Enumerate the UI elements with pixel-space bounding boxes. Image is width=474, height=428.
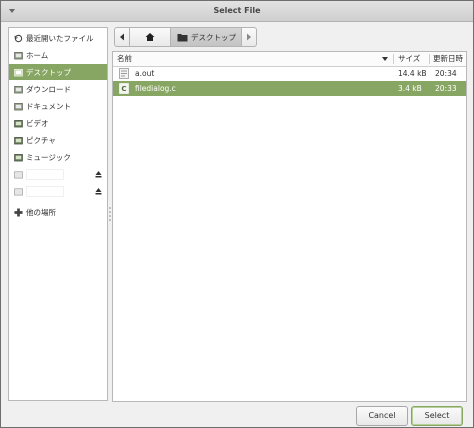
sidebar-item-pictures[interactable]: ピクチャ: [9, 132, 107, 148]
sidebar-item-label: ドキュメント: [26, 101, 71, 111]
path-forward-button[interactable]: [242, 27, 257, 47]
sidebar-item-home[interactable]: ホーム: [9, 47, 107, 63]
documents-folder-icon: [14, 102, 23, 110]
file-chooser-dialog: Select File 最近開いたファイル ホーム デスクトップ ダウンロード …: [0, 0, 474, 428]
sidebar-item-other-locations[interactable]: 他の場所: [9, 204, 107, 220]
sidebar-item-label: デスクトップ: [26, 67, 71, 77]
music-folder-icon: [14, 153, 23, 161]
column-header-name[interactable]: 名前: [117, 52, 132, 66]
column-separator: [393, 54, 394, 64]
path-desktop-button[interactable]: デスクトップ: [171, 27, 242, 47]
path-home-button[interactable]: [130, 27, 171, 47]
sidebar-item-label: ダウンロード: [26, 84, 71, 94]
drive-icon: [14, 171, 23, 178]
chevron-right-icon: [247, 33, 251, 41]
home-folder-icon: [14, 51, 23, 59]
sidebar-item-videos[interactable]: ビデオ: [9, 115, 107, 131]
pane-splitter-handle[interactable]: [109, 206, 111, 222]
column-header-size[interactable]: サイズ: [398, 52, 420, 66]
select-button[interactable]: Select: [411, 406, 463, 426]
cancel-button[interactable]: Cancel: [356, 406, 408, 426]
other-locations-icon: [14, 207, 23, 217]
video-folder-icon: [14, 119, 23, 127]
sidebar-item-label: ピクチャ: [26, 135, 56, 145]
places-sidebar: 最近開いたファイル ホーム デスクトップ ダウンロード ドキュメント ビデオ ピ…: [8, 27, 108, 401]
sidebar-item-drive-2[interactable]: [9, 183, 107, 199]
sidebar-item-label: [26, 185, 64, 197]
file-row-a-out[interactable]: a.out 14.4 kB 20:34: [113, 66, 466, 81]
download-folder-icon: [14, 85, 23, 93]
path-desktop-label: デスクトップ: [191, 32, 236, 42]
file-name: a.out: [135, 69, 155, 78]
recent-icon: [14, 34, 23, 42]
pictures-folder-icon: [14, 136, 23, 144]
sidebar-item-label: [26, 168, 64, 180]
file-size: 3.4 kB: [398, 84, 422, 93]
file-size: 14.4 kB: [398, 69, 427, 78]
title-bar[interactable]: Select File: [1, 1, 473, 22]
sidebar-item-downloads[interactable]: ダウンロード: [9, 81, 107, 97]
c-source-file-icon: C: [119, 83, 129, 94]
folder-icon: [177, 33, 188, 41]
sidebar-item-documents[interactable]: ドキュメント: [9, 98, 107, 114]
home-icon: [145, 33, 155, 41]
file-row-filedialog-c[interactable]: C filedialog.c 3.4 kB 20:33: [113, 81, 466, 96]
sidebar-item-drive-1[interactable]: [9, 166, 107, 182]
svg-text:C: C: [121, 85, 126, 93]
chevron-left-icon: [120, 33, 124, 41]
file-list: 名前 サイズ 更新日時 a.out 14.4 kB 20:34 C filedi…: [112, 51, 467, 402]
file-modified: 20:34: [435, 69, 457, 78]
path-back-button[interactable]: [114, 27, 130, 47]
drive-icon: [14, 188, 23, 195]
file-list-header: 名前 サイズ 更新日時: [113, 52, 466, 67]
sidebar-item-label: ビデオ: [26, 118, 49, 128]
path-bar: デスクトップ: [114, 27, 257, 47]
sidebar-item-label: 最近開いたファイル: [26, 33, 94, 43]
sort-arrow-icon[interactable]: [381, 55, 389, 63]
sidebar-item-label: ホーム: [26, 50, 49, 60]
eject-icon[interactable]: [95, 170, 102, 178]
column-header-modified[interactable]: 更新日時: [433, 52, 463, 66]
sidebar-item-label: 他の場所: [26, 207, 56, 217]
column-separator: [429, 54, 430, 64]
eject-icon[interactable]: [95, 187, 102, 195]
window-title: Select File: [213, 6, 261, 15]
sidebar-item-desktop[interactable]: デスクトップ: [9, 64, 107, 80]
sidebar-item-label: ミュージック: [26, 152, 71, 162]
file-modified: 20:33: [435, 84, 457, 93]
executable-file-icon: [119, 68, 129, 79]
sidebar-item-music[interactable]: ミュージック: [9, 149, 107, 165]
desktop-folder-icon: [14, 68, 23, 76]
file-name: filedialog.c: [135, 84, 176, 93]
sidebar-item-recent[interactable]: 最近開いたファイル: [9, 30, 107, 46]
